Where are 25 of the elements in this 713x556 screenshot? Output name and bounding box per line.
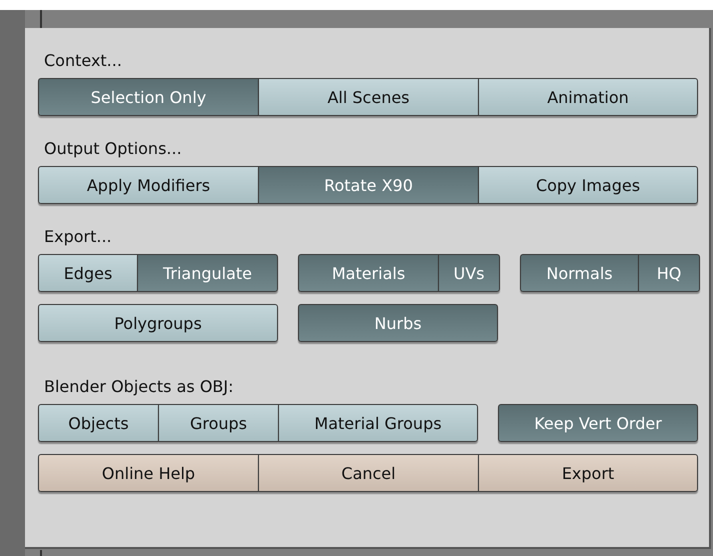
section-label: Output Options... <box>44 138 183 160</box>
option-button[interactable]: Keep Vert Order <box>498 404 698 442</box>
option-button[interactable]: Material Groups <box>278 404 478 442</box>
option-button[interactable]: Materials <box>298 254 438 292</box>
option-button[interactable]: UVs <box>438 254 500 292</box>
option-button[interactable]: Nurbs <box>298 304 498 342</box>
option-button[interactable]: Apply Modifiers <box>38 166 258 204</box>
option-button[interactable]: Rotate X90 <box>258 166 478 204</box>
option-button[interactable]: Groups <box>158 404 278 442</box>
option-button[interactable]: HQ <box>638 254 700 292</box>
option-button[interactable]: Polygroups <box>38 304 278 342</box>
section-label: Blender Objects as OBJ: <box>44 376 235 398</box>
section-label: Context... <box>44 50 123 72</box>
option-button[interactable]: All Scenes <box>258 78 478 116</box>
section-label: Export... <box>44 226 113 248</box>
option-button[interactable]: Edges <box>38 254 137 292</box>
option-button[interactable]: Selection Only <box>38 78 258 116</box>
option-button[interactable]: Triangulate <box>137 254 278 292</box>
option-button[interactable]: Export <box>478 454 698 492</box>
option-button[interactable]: Online Help <box>38 454 258 492</box>
option-button[interactable]: Animation <box>478 78 698 116</box>
option-button[interactable]: Cancel <box>258 454 478 492</box>
option-button[interactable]: Normals <box>520 254 638 292</box>
option-button[interactable]: Objects <box>38 404 158 442</box>
option-button[interactable]: Copy Images <box>478 166 698 204</box>
